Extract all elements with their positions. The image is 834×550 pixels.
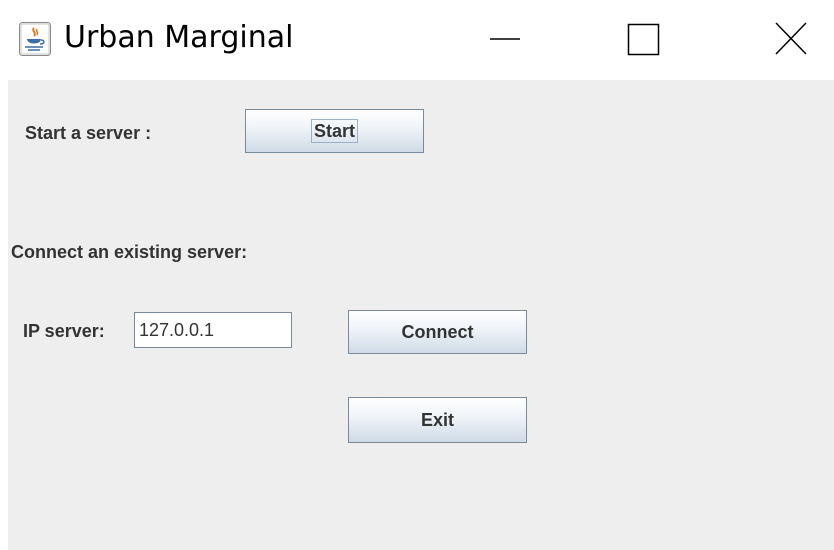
java-cup-icon[interactable] xyxy=(19,22,51,56)
ip-server-label: IP server: xyxy=(23,321,105,341)
close-icon xyxy=(775,22,807,55)
start-button-label: Start xyxy=(310,119,358,143)
connect-button[interactable]: Connect xyxy=(348,310,527,354)
window-title: Urban Marginal xyxy=(64,20,294,55)
main-panel: Start a server : Start Connect an existi… xyxy=(8,80,834,550)
app-window: Urban Marginal Start a server : Start Co… xyxy=(0,0,834,550)
start-button[interactable]: Start xyxy=(245,109,424,153)
maximize-button[interactable] xyxy=(602,0,682,80)
exit-button[interactable]: Exit xyxy=(348,397,527,443)
minimize-icon xyxy=(490,38,520,40)
connect-heading: Connect an existing server: xyxy=(11,242,248,262)
maximize-icon xyxy=(627,23,660,56)
start-server-label: Start a server : xyxy=(25,123,152,143)
minimize-button[interactable] xyxy=(464,0,544,80)
ip-server-input[interactable] xyxy=(134,312,292,348)
close-button[interactable] xyxy=(752,0,832,80)
title-bar[interactable]: Urban Marginal xyxy=(0,0,834,80)
